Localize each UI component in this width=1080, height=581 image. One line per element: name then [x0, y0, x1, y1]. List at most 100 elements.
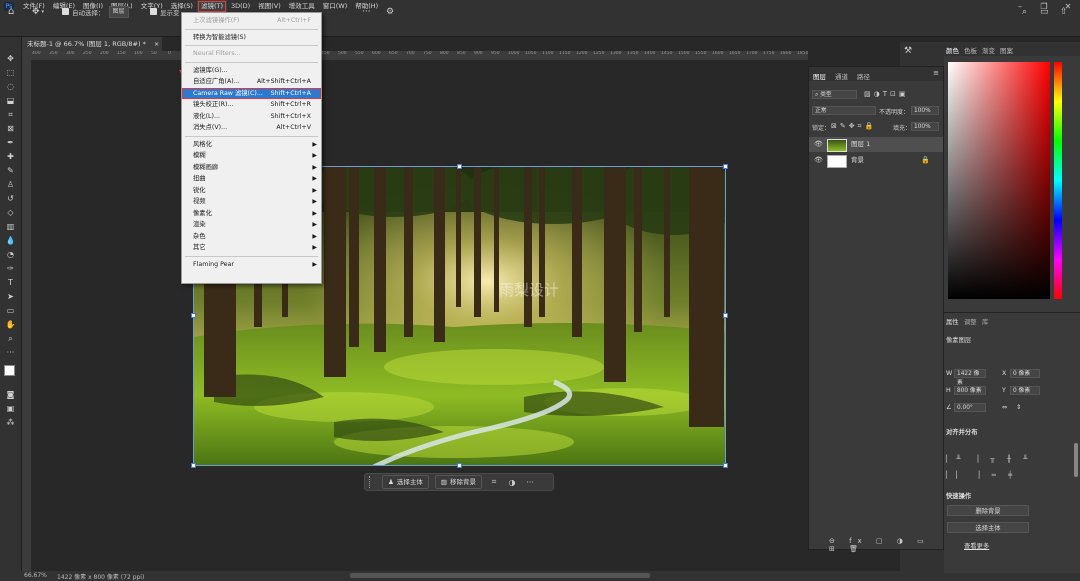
document-tab[interactable]: 未标题-1 @ 66.7% (图层 1, RGB/8#) * ×	[22, 37, 162, 51]
history-brush-icon[interactable]: ↺	[4, 193, 17, 205]
search-icon[interactable]: ⌕	[1022, 4, 1027, 19]
filter-menu-item[interactable]: Camera Raw 滤镜(C)... Shift+Ctrl+A	[182, 87, 321, 99]
tab-adjustments[interactable]: 调整	[964, 317, 977, 326]
filter-menu-item[interactable]: 扭曲 ▶	[182, 173, 321, 185]
blur-tool-icon[interactable]: 💧	[4, 235, 17, 247]
height-field[interactable]: 800 像素	[954, 386, 986, 395]
visibility-eye-icon[interactable]: 👁	[814, 137, 823, 152]
eyedropper-tool-icon[interactable]: ✒	[4, 137, 17, 149]
foreground-color-swatch[interactable]	[4, 365, 15, 376]
opacity-field[interactable]: 100%	[911, 106, 939, 115]
filter-menu-item[interactable]: 视频 ▶	[182, 196, 321, 208]
quick-mask-icon[interactable]: ◙	[4, 389, 17, 401]
filter-menu-item[interactable]: 滤镜库(G)...	[182, 65, 321, 77]
distribute-icons-row[interactable]: ▏▏ ▕ ═ ╪	[946, 471, 1036, 481]
drag-handle[interactable]	[369, 476, 376, 488]
more-options-icon[interactable]: ···	[362, 4, 371, 19]
auto-select-checkbox[interactable]: 自动选择： 图层	[62, 4, 129, 19]
x-field[interactable]: 0 像素	[1010, 369, 1040, 378]
visibility-eye-icon[interactable]: 👁	[814, 153, 823, 168]
hand-tool-icon[interactable]: ✋	[4, 319, 17, 331]
menu-window[interactable]: 窗口(W)	[319, 0, 352, 13]
workspace-icon[interactable]: ▭	[1040, 4, 1049, 19]
flip-horizontal-icon[interactable]: ⇔	[1002, 404, 1007, 411]
layer-filter-dropdown[interactable]: ⌕ 类型	[812, 90, 857, 99]
transform-handle[interactable]	[723, 313, 728, 318]
properties-scrollbar[interactable]	[1074, 443, 1078, 477]
lock-icons[interactable]: ⊠✎✥⌗🔒	[831, 122, 876, 131]
share-icon[interactable]: ⇧	[1060, 4, 1068, 19]
layer-row-background[interactable]: 👁 背景 🔒	[809, 153, 943, 168]
filter-menu-item[interactable]: 液化(L)... Shift+Ctrl+X	[182, 111, 321, 123]
align-icons-row[interactable]: ▏╨ ▕ ╥ ╫ ╨	[946, 455, 1036, 465]
move-tool-icon[interactable]: ✥	[4, 53, 17, 65]
dodge-tool-icon[interactable]: ◔	[4, 249, 17, 261]
type-tool-icon[interactable]: T	[4, 277, 17, 289]
transform-handle[interactable]	[191, 463, 196, 468]
view-more-link[interactable]: 查看更多	[964, 541, 989, 550]
fill-field[interactable]: 100%	[911, 122, 939, 131]
zoom-level[interactable]: 66.67%	[24, 572, 47, 579]
tab-color[interactable]: 颜色	[946, 45, 959, 55]
rectangle-tool-icon[interactable]: ▭	[4, 305, 17, 317]
crop-icon[interactable]: ⌗	[488, 477, 500, 487]
layer-row-1[interactable]: 👁 图层 1	[809, 137, 943, 152]
brush-settings-icon[interactable]: ⚒	[904, 46, 912, 56]
minimize-icon[interactable]: –	[1008, 0, 1032, 13]
layers-bottom-toolbar[interactable]: ⊖ fx ▢ ◑ ▭ ⊞ 🗑	[829, 537, 943, 553]
tab-gradients[interactable]: 渐变	[982, 45, 995, 55]
filter-menu-item[interactable]: 像素化 ▶	[182, 208, 321, 220]
layer-filter-icons[interactable]: ▨◑T⊡▣	[864, 90, 908, 98]
filter-menu-item[interactable]: 自适应广角(A)... Alt+Shift+Ctrl+A	[182, 76, 321, 88]
screen-mode-icon[interactable]: ▣	[4, 403, 17, 415]
filter-menu-item[interactable]: 风格化 ▶	[182, 139, 321, 151]
filter-menu-item[interactable]: Neural Filters...	[182, 48, 321, 60]
eraser-tool-icon[interactable]: ◇	[4, 207, 17, 219]
more-icon[interactable]: ···	[524, 478, 536, 487]
adjustment-icon[interactable]: ◑	[506, 478, 518, 487]
width-field[interactable]: 1422 像素	[954, 369, 986, 386]
tab-swatches[interactable]: 色板	[964, 45, 977, 55]
move-tool-icon[interactable]: ✥ ▾	[32, 4, 44, 19]
transform-handle[interactable]	[457, 164, 462, 169]
auto-select-dropdown[interactable]: 图层	[108, 5, 129, 18]
remove-background-button[interactable]: ▨ 移除背景	[434, 475, 482, 489]
close-tab-icon[interactable]: ×	[154, 40, 159, 48]
filter-menu-item[interactable]: 锐化 ▶	[182, 185, 321, 197]
filter-menu-item[interactable]: 转换为智能滤镜(S)	[182, 32, 321, 44]
hue-slider[interactable]	[1054, 62, 1062, 299]
tab-paths[interactable]: 路径	[857, 71, 870, 81]
tab-patterns[interactable]: 图案	[1000, 45, 1013, 55]
tab-properties[interactable]: 属性	[946, 317, 959, 326]
flip-vertical-icon[interactable]: ⇕	[1016, 404, 1021, 411]
filter-menu-item[interactable]: 镜头校正(R)... Shift+Ctrl+R	[182, 99, 321, 111]
pen-tool-icon[interactable]: ✑	[4, 263, 17, 275]
zoom-tool-icon[interactable]: ⌕	[4, 333, 17, 345]
filter-menu-item[interactable]: 消失点(V)... Alt+Ctrl+V	[182, 122, 321, 134]
remove-background-action[interactable]: 删除背景	[947, 505, 1029, 516]
tab-channels[interactable]: 通道	[835, 71, 848, 81]
select-subject-button[interactable]: ♟ 选择主体	[382, 475, 429, 489]
filter-menu-item[interactable]: 模糊 ▶	[182, 150, 321, 162]
tab-libraries[interactable]: 库	[982, 317, 988, 326]
healing-brush-icon[interactable]: ✚	[4, 151, 17, 163]
filter-menu-item[interactable]: Flaming Pear ▶	[182, 259, 321, 271]
frame-tool-icon[interactable]: ⊠	[4, 123, 17, 135]
filter-menu-item[interactable]: 杂色 ▶	[182, 231, 321, 243]
tab-layers[interactable]: 图层	[813, 71, 826, 81]
transform-handle[interactable]	[723, 463, 728, 468]
home-icon[interactable]: ⌂	[8, 4, 14, 19]
gear-icon[interactable]: ⚙	[386, 4, 394, 19]
stamp-tool-icon[interactable]: ♙	[4, 179, 17, 191]
gradient-tool-icon[interactable]: ▥	[4, 221, 17, 233]
horizontal-scrollbar[interactable]	[350, 573, 650, 578]
crop-tool-icon[interactable]: ⌗	[4, 109, 17, 121]
lasso-tool-icon[interactable]: ◌	[4, 81, 17, 93]
marquee-tool-icon[interactable]: ⬚	[4, 67, 17, 79]
filter-menu-item[interactable]: 其它 ▶	[182, 242, 321, 254]
transform-handle[interactable]	[723, 164, 728, 169]
angle-field[interactable]: 0.00°	[954, 403, 986, 412]
blend-mode-dropdown[interactable]: 正常	[812, 106, 876, 115]
artboard-icon[interactable]: ⁂	[4, 417, 17, 429]
brush-tool-icon[interactable]: ✎	[4, 165, 17, 177]
